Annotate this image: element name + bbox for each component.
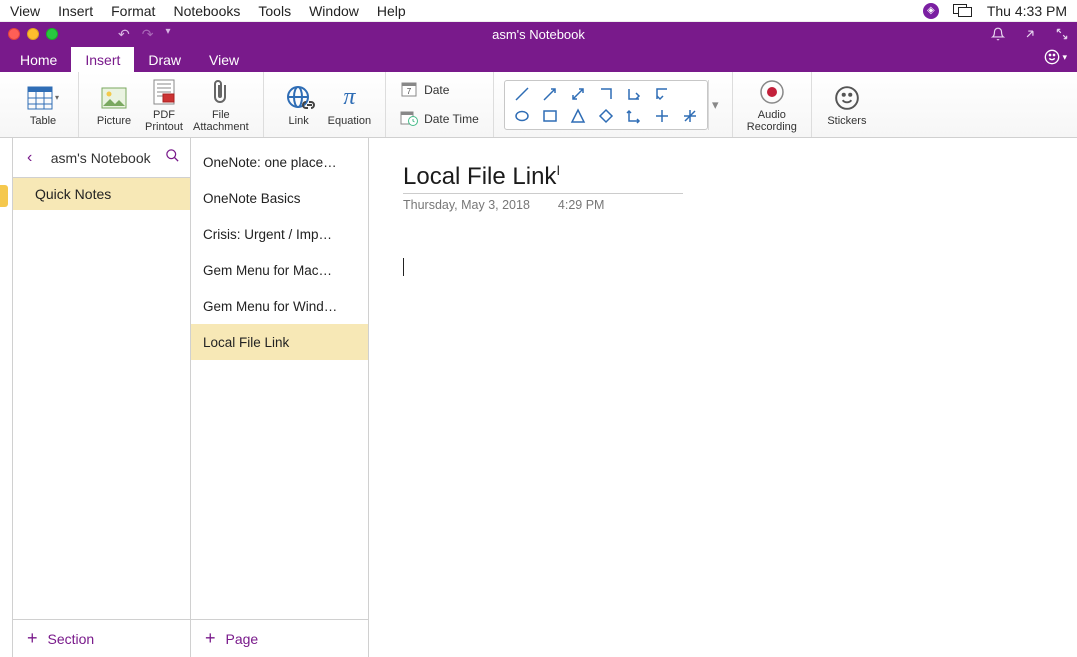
window-controls bbox=[8, 28, 58, 40]
double-arrow-icon[interactable] bbox=[569, 85, 587, 103]
elbow1-icon[interactable] bbox=[597, 85, 615, 103]
axes3d-icon[interactable] bbox=[681, 107, 699, 125]
share-icon[interactable] bbox=[1023, 27, 1037, 41]
undo-button[interactable]: ↶ bbox=[118, 26, 130, 43]
stickers-button[interactable]: Stickers bbox=[822, 81, 872, 129]
note-time: 4:29 PM bbox=[558, 198, 605, 212]
tab-insert[interactable]: Insert bbox=[71, 47, 134, 72]
mac-menu-help[interactable]: Help bbox=[377, 3, 406, 19]
audio-recording-button[interactable]: Audio Recording bbox=[743, 75, 801, 135]
date-button[interactable]: 7 Date bbox=[396, 79, 483, 102]
mac-menu-view[interactable]: View bbox=[10, 3, 40, 19]
equation-button[interactable]: π Equation bbox=[324, 81, 375, 129]
ribbon: ▾ Table Picture PDF Printout File Attach… bbox=[0, 72, 1077, 138]
shapes-gallery[interactable] bbox=[504, 80, 708, 130]
window-title: asm's Notebook bbox=[492, 27, 585, 42]
text-cursor-icon: I bbox=[556, 162, 560, 178]
axes2d-icon[interactable] bbox=[625, 107, 643, 125]
ribbon-tabs: HomeInsertDrawView ▾ bbox=[0, 46, 1077, 72]
pdf-printout-button[interactable]: PDF Printout bbox=[139, 75, 189, 135]
plus-icon: + bbox=[205, 628, 216, 649]
tab-home[interactable]: Home bbox=[6, 47, 71, 72]
arrow-shape-icon[interactable] bbox=[541, 85, 559, 103]
display-icon[interactable] bbox=[953, 4, 973, 18]
table-button[interactable]: ▾ Table bbox=[18, 81, 68, 129]
sections-column: ‹ asm's Notebook Quick Notes + Section bbox=[13, 138, 191, 657]
date-time-button[interactable]: Date Time bbox=[396, 108, 483, 131]
zoom-window-button[interactable] bbox=[46, 28, 58, 40]
ellipse-shape-icon[interactable] bbox=[513, 107, 531, 125]
titlebar: ↶ ↷ ▾ asm's Notebook bbox=[0, 22, 1077, 46]
section-color-tab bbox=[0, 185, 8, 207]
pages-column: OneNote: one place…OneNote BasicsCrisis:… bbox=[191, 138, 369, 657]
note-date: Thursday, May 3, 2018 bbox=[403, 198, 530, 212]
triangle-shape-icon[interactable] bbox=[569, 107, 587, 125]
mac-menu-format[interactable]: Format bbox=[111, 3, 155, 19]
svg-text:7: 7 bbox=[407, 87, 412, 96]
rect-shape-icon[interactable] bbox=[541, 107, 559, 125]
note-title[interactable]: Local File LinkI bbox=[403, 162, 683, 194]
elbow3-icon[interactable] bbox=[653, 85, 671, 103]
minimize-window-button[interactable] bbox=[27, 28, 39, 40]
axes-cross-icon[interactable] bbox=[653, 107, 671, 125]
menubar-clock: Thu 4:33 PM bbox=[987, 3, 1067, 19]
tab-view[interactable]: View bbox=[195, 47, 253, 72]
close-window-button[interactable] bbox=[8, 28, 20, 40]
plus-icon: + bbox=[27, 628, 38, 649]
diamond-shape-icon[interactable] bbox=[597, 107, 615, 125]
body-cursor bbox=[403, 258, 404, 276]
shapes-expand-button[interactable]: ▾ bbox=[708, 80, 722, 130]
elbow2-icon[interactable] bbox=[625, 85, 643, 103]
notifications-icon[interactable] bbox=[991, 27, 1005, 41]
page-item[interactable]: Gem Menu for Wind… bbox=[191, 288, 368, 324]
quick-access-toolbar: ↶ ↷ ▾ bbox=[118, 26, 171, 43]
search-icon[interactable] bbox=[165, 148, 180, 167]
tab-draw[interactable]: Draw bbox=[134, 47, 195, 72]
redo-button[interactable]: ↷ bbox=[142, 26, 154, 43]
gem-icon[interactable]: ◈ bbox=[923, 3, 939, 19]
notebook-title[interactable]: asm's Notebook bbox=[36, 150, 165, 166]
line-shape-icon[interactable] bbox=[513, 85, 531, 103]
page-item[interactable]: Crisis: Urgent / Imp… bbox=[191, 216, 368, 252]
mac-menu-tools[interactable]: Tools bbox=[258, 3, 291, 19]
file-attachment-button[interactable]: File Attachment bbox=[189, 75, 253, 135]
notebook-strip[interactable] bbox=[0, 138, 13, 657]
mac-menubar: View Insert Format Notebooks Tools Window Help… bbox=[0, 0, 1077, 22]
note-canvas[interactable]: Local File LinkI Thursday, May 3, 2018 4… bbox=[369, 138, 1077, 657]
feedback-button[interactable]: ▾ bbox=[1044, 49, 1067, 65]
picture-button[interactable]: Picture bbox=[89, 81, 139, 129]
section-item[interactable]: Quick Notes bbox=[13, 178, 190, 210]
add-section-button[interactable]: + Section bbox=[13, 619, 190, 657]
link-button[interactable]: Link bbox=[274, 81, 324, 129]
add-page-button[interactable]: + Page bbox=[191, 619, 368, 657]
back-chevron-icon[interactable]: ‹ bbox=[23, 149, 36, 167]
mac-menu-notebooks[interactable]: Notebooks bbox=[173, 3, 240, 19]
mac-menu-insert[interactable]: Insert bbox=[58, 3, 93, 19]
page-item[interactable]: OneNote Basics bbox=[191, 180, 368, 216]
qat-customize-button[interactable]: ▾ bbox=[165, 26, 170, 43]
page-item[interactable]: OneNote: one place… bbox=[191, 144, 368, 180]
mac-menu-window[interactable]: Window bbox=[309, 3, 359, 19]
page-item[interactable]: Local File Link bbox=[191, 324, 368, 360]
page-item[interactable]: Gem Menu for Mac… bbox=[191, 252, 368, 288]
fullscreen-icon[interactable] bbox=[1055, 27, 1069, 41]
